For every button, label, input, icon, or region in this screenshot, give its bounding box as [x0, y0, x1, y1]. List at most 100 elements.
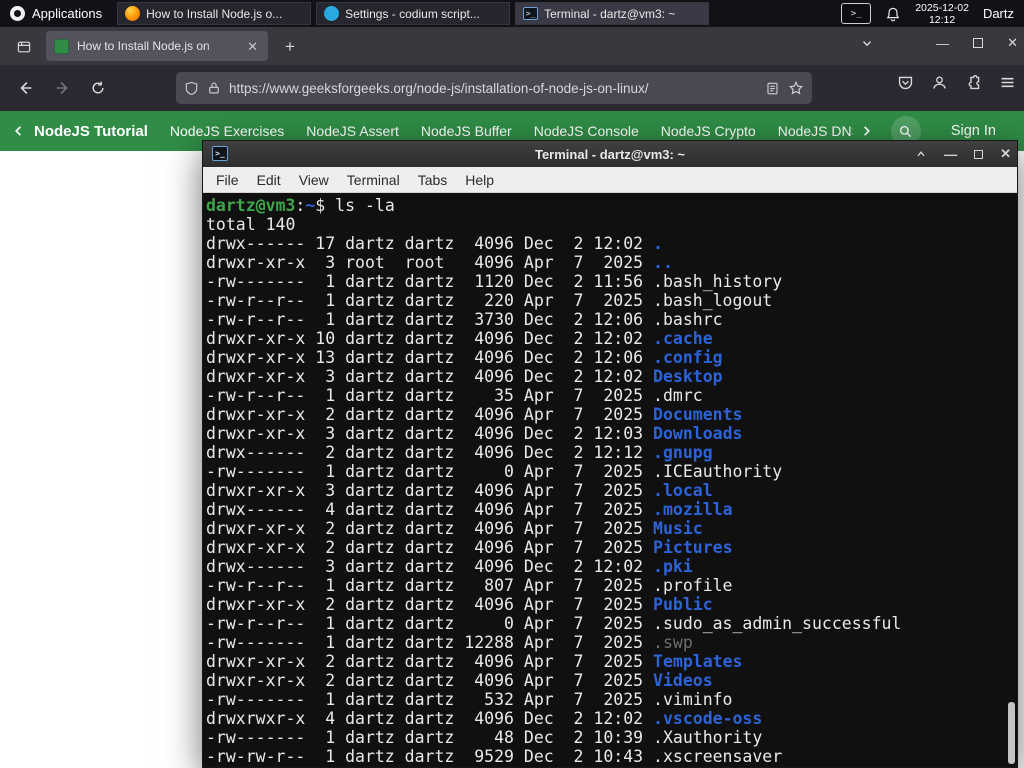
clock-time: 12:12: [928, 13, 956, 26]
terminal-line: drwxr-xr-x 2 dartz dartz 4096 Apr 7 2025…: [206, 595, 713, 614]
tab-title: How to Install Node.js on: [77, 39, 210, 53]
site-favicon: [54, 38, 69, 54]
notifications-bell-icon[interactable]: [885, 6, 901, 22]
gfg-nav-link[interactable]: NodeJS Console: [534, 123, 639, 139]
bookmark-star-icon[interactable]: [788, 80, 804, 96]
gfg-nav-link[interactable]: NodeJS Tutorial: [34, 123, 148, 140]
taskbar-button-terminal[interactable]: >_ Terminal - dartz@vm3: ~: [515, 2, 710, 25]
terminal-body[interactable]: dartz@vm3:~$ ls -la total 140 drwx------ 1…: [203, 193, 1017, 767]
terminal-line: -rw-r--r-- 1 dartz dartz 3730 Dec 2 12:0…: [206, 310, 723, 329]
reader-mode-icon[interactable]: [765, 81, 780, 96]
top-panel: Applications How to Install Node.js o...…: [0, 0, 1024, 27]
terminal-line: -rw-r--r-- 1 dartz dartz 35 Apr 7 2025 .…: [206, 386, 703, 405]
clock-date: 2025-12-02: [915, 1, 969, 14]
terminal-line: -rw-r--r-- 1 dartz dartz 0 Apr 7 2025 .s…: [206, 614, 902, 633]
scroll-right-icon[interactable]: [859, 124, 873, 138]
terminal-icon: >_: [523, 7, 539, 20]
browser-tab-bar: How to Install Node.js on ✕ + — ✕: [0, 27, 1024, 65]
scroll-left-icon[interactable]: [12, 124, 26, 138]
account-icon[interactable]: [931, 74, 948, 91]
terminal-menu-edit[interactable]: Edit: [248, 172, 290, 188]
terminal-scrollbar-thumb[interactable]: [1008, 702, 1015, 764]
terminal-line: drwxr-xr-x 10 dartz dartz 4096 Dec 2 12:…: [206, 329, 713, 348]
terminal-line: -rw------- 1 dartz dartz 532 Apr 7 2025 …: [206, 690, 733, 709]
window-close-icon[interactable]: ✕: [1007, 35, 1018, 51]
terminal-menu-help[interactable]: Help: [456, 172, 503, 188]
taskbar-button-settings[interactable]: Settings - codium script...: [316, 2, 511, 25]
terminal-menubar: File Edit View Terminal Tabs Help: [203, 167, 1017, 193]
gfg-nav-link[interactable]: NodeJS Buffer: [421, 123, 512, 139]
gfg-nav-link[interactable]: NodeJS DNS: [778, 123, 853, 139]
systray-terminal-icon[interactable]: >_: [841, 3, 872, 24]
desktop: Applications How to Install Node.js o...…: [0, 0, 1024, 768]
list-all-tabs-icon[interactable]: [860, 36, 874, 50]
terminal-window: >_ Terminal - dartz@vm3: ~ — ✕ File Edit V…: [202, 140, 1018, 768]
panel-clock[interactable]: 2025-12-02 12:12: [915, 2, 969, 26]
terminal-menu-view[interactable]: View: [290, 172, 338, 188]
terminal-titlebar[interactable]: >_ Terminal - dartz@vm3: ~ — ✕: [203, 141, 1017, 167]
gfg-nav-link[interactable]: NodeJS Crypto: [661, 123, 756, 139]
terminal-line: -rw------- 1 dartz dartz 0 Apr 7 2025 .I…: [206, 462, 783, 481]
terminal-line: drwxr-xr-x 2 dartz dartz 4096 Apr 7 2025…: [206, 519, 703, 538]
terminal-line: drwxrwxr-x 4 dartz dartz 4096 Dec 2 12:0…: [206, 709, 763, 728]
terminal-line: drwxr-xr-x 3 dartz dartz 4096 Dec 2 12:0…: [206, 367, 723, 386]
gfg-nav-items: NodeJS Tutorial NodeJS Exercises NodeJS As…: [34, 123, 853, 140]
taskbar-button-firefox[interactable]: How to Install Node.js o...: [117, 2, 312, 25]
tracking-shield-icon[interactable]: [184, 81, 199, 96]
terminal-line: drwxr-xr-x 2 dartz dartz 4096 Apr 7 2025…: [206, 671, 713, 690]
terminal-line: drwxr-xr-x 3 dartz dartz 4096 Apr 7 2025…: [206, 481, 713, 500]
toolbar-right-icons: [897, 74, 1016, 91]
distro-logo-icon: [10, 6, 25, 21]
codium-icon: [324, 6, 340, 21]
applications-menu-button[interactable]: Applications: [0, 0, 112, 27]
terminal-maximize-icon[interactable]: [974, 149, 984, 159]
terminal-line: drwx------ 3 dartz dartz 4096 Dec 2 12:0…: [206, 557, 693, 576]
gfg-nav-link[interactable]: NodeJS Assert: [306, 123, 399, 139]
terminal-menu-file[interactable]: File: [207, 172, 248, 188]
terminal-line: -rw------- 1 dartz dartz 1120 Dec 2 11:5…: [206, 272, 783, 291]
terminal-menu-terminal[interactable]: Terminal: [338, 172, 409, 188]
extensions-icon[interactable]: [965, 74, 982, 91]
terminal-menu-tabs[interactable]: Tabs: [409, 172, 457, 188]
terminal-line: drwx------ 17 dartz dartz 4096 Dec 2 12:…: [206, 234, 663, 253]
terminal-line: drwx------ 4 dartz dartz 4096 Apr 7 2025…: [206, 500, 733, 519]
terminal-line: dartz@vm3:~$ ls -la: [206, 196, 395, 215]
window-maximize-icon[interactable]: [973, 38, 984, 48]
terminal-line: drwxr-xr-x 3 root root 4096 Apr 7 2025 .…: [206, 253, 673, 272]
terminal-minimize-icon[interactable]: —: [944, 147, 957, 162]
panel-right: >_ 2025-12-02 12:12 Dartz: [841, 2, 1024, 26]
window-minimize-icon[interactable]: —: [936, 36, 949, 51]
terminal-line: total 140: [206, 215, 296, 234]
terminal-close-icon[interactable]: ✕: [1000, 146, 1011, 162]
menu-hamburger-icon[interactable]: [999, 74, 1016, 91]
firefox-icon: [125, 6, 141, 21]
browser-tab[interactable]: How to Install Node.js on ✕: [46, 31, 268, 61]
terminal-line: -rw------- 1 dartz dartz 48 Dec 2 10:39 …: [206, 728, 763, 747]
terminal-line: -rw------- 1 dartz dartz 12288 Apr 7 202…: [206, 633, 693, 652]
firefox-view-icon[interactable]: [10, 36, 38, 58]
terminal-line: -rw-r--r-- 1 dartz dartz 220 Apr 7 2025 …: [206, 291, 773, 310]
url-text: https://www.geeksforgeeks.org/node-js/in…: [229, 80, 649, 96]
terminal-line: drwxr-xr-x 3 dartz dartz 4096 Dec 2 12:0…: [206, 424, 743, 443]
reload-icon[interactable]: [84, 74, 112, 102]
terminal-line: drwxr-xr-x 2 dartz dartz 4096 Apr 7 2025…: [206, 652, 743, 671]
browser-toolbar: https://www.geeksforgeeks.org/node-js/in…: [0, 65, 1024, 111]
applications-label: Applications: [32, 6, 103, 21]
tab-close-icon[interactable]: ✕: [245, 38, 260, 55]
pocket-icon[interactable]: [897, 74, 914, 91]
terminal-title-icon: >_: [212, 146, 228, 161]
forward-icon[interactable]: [48, 74, 76, 102]
terminal-line: -rw-r--r-- 1 dartz dartz 807 Apr 7 2025 …: [206, 576, 733, 595]
gfg-nav-link[interactable]: NodeJS Exercises: [170, 123, 284, 139]
terminal-shade-icon[interactable]: [915, 148, 927, 160]
new-tab-button[interactable]: +: [278, 35, 302, 59]
terminal-output: dartz@vm3:~$ ls -la total 140 drwx------ 1…: [206, 196, 1003, 766]
terminal-line: drwxr-xr-x 13 dartz dartz 4096 Dec 2 12:…: [206, 348, 723, 367]
taskbar-title: Terminal - dartz@vm3: ~: [544, 6, 676, 21]
back-icon[interactable]: [12, 74, 40, 102]
url-bar[interactable]: https://www.geeksforgeeks.org/node-js/in…: [176, 72, 812, 104]
window-controls: — ✕: [936, 35, 1018, 51]
terminal-line: drwxr-xr-x 2 dartz dartz 4096 Apr 7 2025…: [206, 405, 743, 424]
terminal-window-controls: — ✕: [915, 141, 1011, 167]
lock-icon[interactable]: [207, 81, 221, 95]
